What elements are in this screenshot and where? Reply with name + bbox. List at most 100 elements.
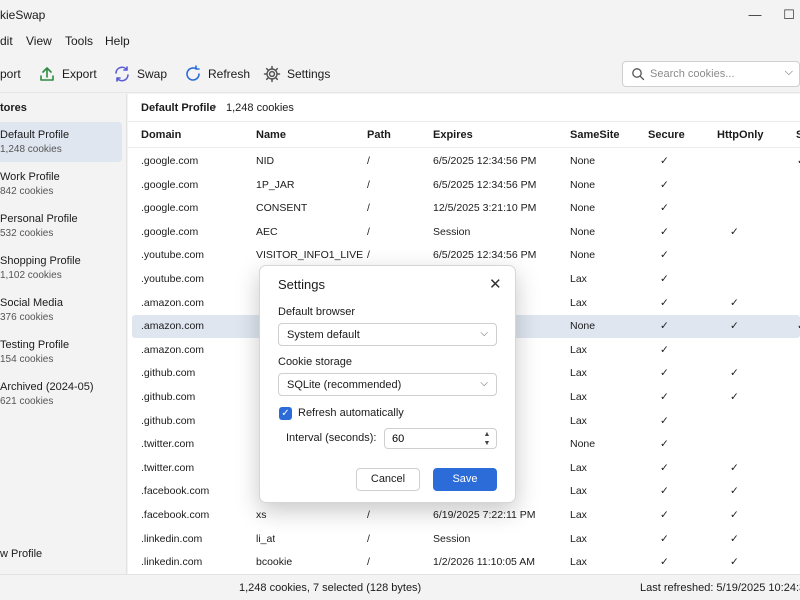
menu-view[interactable]: View (26, 34, 52, 48)
chevron-down-icon[interactable]: ⌵ (785, 66, 793, 79)
menu-help[interactable]: Help (105, 34, 130, 48)
search-input[interactable] (650, 66, 780, 82)
store-name: Shopping Profile (0, 255, 81, 267)
table-row[interactable]: .google.com 1P_JAR / 6/5/2025 12:34:56 PM No… (132, 174, 800, 197)
default-browser-select[interactable]: System default ⌵ (278, 323, 497, 346)
stepper-up-icon[interactable]: ▲ (481, 430, 493, 439)
cell-name: NID (256, 155, 275, 167)
cell-samesite: Lax (570, 556, 587, 569)
table-row[interactable]: .facebook.com xs / 6/19/2025 7:22:11 PM Lax ✓… (132, 504, 800, 527)
cell-httponly: ✓ (730, 320, 739, 333)
table-row[interactable]: .google.com AEC / Session None ✓ ✓ (132, 221, 800, 244)
title-bar: kieSwap — ☐ (0, 0, 800, 30)
cell-path: / (367, 155, 370, 167)
table-row[interactable]: .linkedin.com bcookie / 1/2/2026 11:10:05 A… (132, 551, 800, 574)
cell-name: bcookie (256, 556, 293, 569)
store-personal-profile[interactable]: Personal Profile 532 cookies (0, 206, 122, 246)
import-button[interactable]: port (0, 63, 21, 85)
col-name[interactable]: Name (256, 129, 286, 141)
store-testing-profile[interactable]: Testing Profile 154 cookies (0, 332, 122, 372)
export-icon (40, 67, 54, 81)
cell-secure: ✓ (660, 556, 669, 569)
cell-secure: ✓ (660, 438, 669, 451)
export-button[interactable]: Export (38, 63, 97, 85)
cell-httponly: ✓ (730, 461, 739, 474)
cell-secure: ✓ (660, 202, 669, 215)
cell-domain: .github.com (141, 391, 196, 403)
cell-secure: ✓ (660, 414, 669, 427)
table-row[interactable]: .linkedin.com li_at / Session Lax ✓ ✓ (132, 528, 800, 551)
save-button[interactable]: Save (433, 468, 497, 491)
cell-expires: 6/5/2025 12:34:56 PM (433, 249, 537, 262)
app-title: kieSwap (0, 8, 46, 22)
table-row[interactable]: .youtube.com VISITOR_INFO1_LIVE/ 6/5/2025 … (132, 244, 800, 267)
cell-secure: ✓ (660, 320, 669, 333)
chevron-down-icon: ⌵ (480, 328, 488, 339)
cell-samesite: Lax (570, 343, 587, 356)
interval-input[interactable] (392, 432, 472, 446)
search-box[interactable]: ⌵ (622, 61, 800, 87)
cell-samesite: None (570, 178, 596, 191)
breadcrumb-count: 1,248 cookies (226, 102, 294, 114)
table-row[interactable]: .google.com NID / 6/5/2025 12:34:56 PM None ✓… (132, 150, 800, 173)
col-secure[interactable]: Secure (648, 129, 685, 141)
cell-httponly: ✓ (730, 296, 739, 309)
cell-domain: .amazon.com (141, 320, 205, 333)
store-social-media[interactable]: Social Media 376 cookies (0, 290, 122, 330)
cell-domain: .facebook.com (141, 509, 210, 521)
refresh-button[interactable]: Refresh (184, 63, 250, 85)
menu-tools[interactable]: Tools (65, 34, 93, 48)
store-count: 1,102 cookies (0, 270, 62, 281)
cell-samesite: Lax (570, 391, 587, 403)
settings-button[interactable]: Settings (263, 63, 330, 85)
status-last-refreshed: Last refreshed: 5/19/2025 10:24:31 AM (640, 582, 800, 594)
col-expires[interactable]: Expires (433, 129, 473, 141)
minimize-button[interactable]: — (744, 4, 766, 26)
cell-samesite: None (570, 249, 596, 262)
maximize-button[interactable]: ☐ (778, 4, 800, 26)
menu-edit[interactable]: dit (0, 34, 13, 48)
col-path[interactable]: Path (367, 129, 391, 141)
cell-expires: 12/5/2025 3:21:10 PM (433, 202, 537, 215)
store-work-profile[interactable]: Work Profile 842 cookies (0, 164, 122, 204)
stepper-down-icon[interactable]: ▼ (481, 439, 493, 448)
cell-secure: ✓ (660, 225, 669, 238)
col-extra[interactable]: S (796, 129, 800, 141)
new-profile-button[interactable]: w Profile (0, 548, 42, 560)
store-default-profile[interactable]: Default Profile 1,248 cookies (0, 122, 122, 162)
refresh-label: Refresh (208, 67, 251, 81)
close-icon[interactable]: ✕ (489, 275, 502, 293)
swap-button[interactable]: Swap (113, 63, 167, 85)
chevron-down-icon: ⌵ (480, 378, 488, 389)
cell-path: / (367, 249, 370, 262)
default-browser-label: Default browser (278, 306, 356, 318)
col-domain[interactable]: Domain (141, 129, 181, 141)
store-archived[interactable]: Archived (2024-05) 621 cookies (0, 374, 122, 414)
cell-domain: .amazon.com (141, 343, 205, 356)
cell-samesite: Lax (570, 509, 587, 521)
cell-name: CONSENT (256, 202, 308, 215)
cell-samesite: Lax (570, 485, 587, 498)
breadcrumb-profile[interactable]: Default Profile (141, 102, 216, 114)
refresh-auto-checkbox[interactable]: ✓ (279, 407, 292, 420)
interval-stepper: ▲ ▼ (384, 428, 497, 449)
cancel-button[interactable]: Cancel (356, 468, 420, 491)
refresh-auto-label[interactable]: Refresh automatically (298, 407, 404, 419)
cell-expires: 6/5/2025 12:34:56 PM (433, 155, 537, 167)
cell-path: / (367, 509, 370, 521)
col-httponly[interactable]: HttpOnly (717, 129, 763, 141)
table-row[interactable]: .google.com CONSENT / 12/5/2025 3:21:10 PM N… (132, 197, 800, 220)
cell-httponly: ✓ (730, 391, 739, 403)
cell-expires: 6/5/2025 12:34:56 PM (433, 178, 537, 191)
store-count: 154 cookies (0, 354, 54, 365)
sidebar-header: tores (0, 102, 27, 114)
store-shopping-profile[interactable]: Shopping Profile 1,102 cookies (0, 248, 122, 288)
cell-domain: .twitter.com (141, 461, 195, 474)
cell-name: 1P_JAR (256, 178, 295, 191)
cookie-storage-select[interactable]: SQLite (recommended) ⌵ (278, 373, 497, 396)
cell-secure: ✓ (660, 249, 669, 262)
store-count: 532 cookies (0, 228, 54, 239)
col-samesite[interactable]: SameSite (570, 129, 620, 141)
cell-samesite: None (570, 155, 596, 167)
store-name: Work Profile (0, 171, 60, 183)
